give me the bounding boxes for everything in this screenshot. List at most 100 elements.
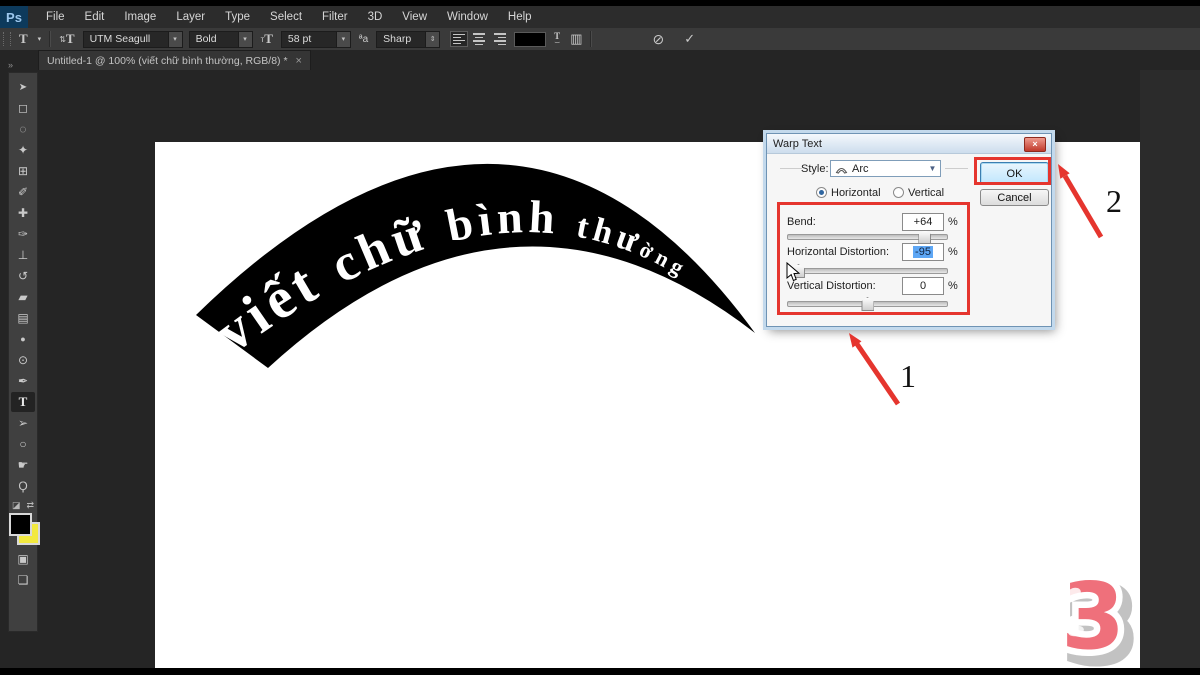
align-right-button[interactable]	[490, 31, 508, 47]
type-tool-icon: T	[19, 394, 28, 410]
gradient-tool[interactable]: ▤	[11, 308, 35, 328]
groupbox-line	[945, 168, 968, 169]
foreground-color-swatch[interactable]	[9, 513, 32, 536]
document-tab-title: Untitled-1 @ 100% (viết chữ bình thường,…	[47, 55, 288, 67]
cancel-button[interactable]: Cancel	[980, 189, 1049, 206]
screen-mode-icon: ❏	[18, 573, 29, 587]
style-select[interactable]: Arc ▼	[830, 160, 941, 177]
text-color-swatch[interactable]	[514, 32, 546, 47]
vertical-label: Vertical	[908, 187, 944, 199]
groupbox-line	[780, 168, 802, 169]
step-1-label: 1	[900, 358, 916, 395]
tool-preset-dropdown-icon[interactable]: ▾	[36, 35, 44, 43]
healing-brush-tool[interactable]: ✚	[11, 203, 35, 223]
toolbar-collapse-icon[interactable]: »	[0, 60, 38, 70]
eyedropper-tool[interactable]: ✐	[11, 182, 35, 202]
options-bar: T ▾ ⇅T UTM Seagull ▾ Bold ▾ тT 58 pt ▾ ª…	[0, 28, 1200, 51]
menu-image[interactable]: Image	[114, 6, 166, 28]
font-size-value: 58 pt	[288, 33, 311, 45]
separator	[590, 31, 592, 47]
font-style-dropdown-icon: ▾	[238, 32, 252, 47]
dodge-tool[interactable]: ⊙	[11, 350, 35, 370]
horizontal-radio[interactable]	[816, 187, 827, 198]
menu-file[interactable]: File	[36, 6, 75, 28]
quick-mask-icon: ▣	[17, 552, 28, 566]
path-selection-tool-icon: ➢	[18, 416, 28, 430]
hand-tool[interactable]: ☛	[11, 455, 35, 475]
text-orientation-icon[interactable]: ⇅T	[57, 31, 76, 47]
commit-edits-icon[interactable]: ✓	[682, 31, 697, 47]
color-swatches	[8, 513, 38, 545]
anti-alias-select[interactable]: Sharp ⇕	[376, 31, 440, 48]
svg-text:3: 3	[1061, 563, 1125, 667]
arc-style-icon	[835, 163, 848, 174]
warp-text-icon[interactable]: T⌣	[552, 33, 562, 45]
style-value: Arc	[852, 163, 869, 175]
align-center-button[interactable]	[470, 31, 488, 47]
menu-help[interactable]: Help	[498, 6, 542, 28]
menu-window[interactable]: Window	[437, 6, 498, 28]
history-brush-tool[interactable]: ↺	[11, 266, 35, 286]
quick-selection-tool-icon: ✦	[18, 143, 28, 157]
menu-3d[interactable]: 3D	[358, 6, 393, 28]
vertical-radio[interactable]	[893, 187, 904, 198]
annotation-box-warp-options	[777, 202, 970, 315]
menu-bar: Ps File Edit Image Layer Type Select Fil…	[0, 6, 1200, 29]
cancel-edits-icon[interactable]: ⊘	[650, 31, 666, 48]
bottom-letterbox	[0, 668, 1200, 675]
path-selection-tool[interactable]: ➢	[11, 413, 35, 433]
blur-tool[interactable]: ●	[11, 329, 35, 349]
align-left-button[interactable]	[450, 31, 468, 47]
marquee-tool-icon: ◻	[18, 101, 28, 115]
dialog-title-bar[interactable]: Warp Text ×	[767, 134, 1051, 154]
workspace-right-gutter	[1140, 70, 1200, 668]
swap-colors-icon[interactable]: ⇄	[26, 500, 34, 511]
menu-filter[interactable]: Filter	[312, 6, 358, 28]
font-family-select[interactable]: UTM Seagull ▾	[83, 31, 183, 48]
dialog-close-icon[interactable]: ×	[1024, 137, 1046, 152]
hand-tool-icon: ☛	[18, 458, 29, 472]
font-style-value: Bold	[196, 33, 217, 45]
font-size-select[interactable]: 58 pt ▾	[281, 31, 351, 48]
options-grip[interactable]	[3, 32, 11, 46]
clone-stamp-tool[interactable]: ⊥	[11, 245, 35, 265]
anti-alias-icon: ªa	[357, 34, 370, 45]
font-family-dropdown-icon: ▾	[168, 32, 182, 47]
crop-tool-icon: ⊞	[18, 164, 28, 178]
quick-mask-button[interactable]: ▣	[11, 549, 35, 569]
shape-tool-icon: ○	[19, 437, 26, 451]
eraser-tool-icon: ▰	[18, 290, 27, 304]
lasso-tool[interactable]: ◌	[11, 119, 35, 139]
menu-edit[interactable]: Edit	[75, 6, 115, 28]
type-tool[interactable]: T	[11, 392, 35, 412]
menu-view[interactable]: View	[392, 6, 437, 28]
type-tool-preset-icon[interactable]: T	[17, 31, 30, 47]
brush-tool-icon: ✑	[18, 227, 28, 241]
crop-tool[interactable]: ⊞	[11, 161, 35, 181]
menu-select[interactable]: Select	[260, 6, 312, 28]
zoom-tool-icon: Ϙ	[18, 479, 27, 493]
document-tab[interactable]: Untitled-1 @ 100% (viết chữ bình thường,…	[38, 50, 311, 70]
pen-tool-icon: ✒	[18, 374, 28, 388]
menu-type[interactable]: Type	[215, 6, 260, 28]
menu-layer[interactable]: Layer	[166, 6, 215, 28]
pen-tool[interactable]: ✒	[11, 371, 35, 391]
separator	[49, 31, 51, 47]
quick-selection-tool[interactable]: ✦	[11, 140, 35, 160]
photoshop-logo: Ps	[0, 6, 28, 28]
screen-mode-button[interactable]: ❏	[11, 570, 35, 590]
tab-close-icon[interactable]: ×	[296, 55, 302, 67]
marquee-tool[interactable]: ◻	[11, 98, 35, 118]
brush-tool[interactable]: ✑	[11, 224, 35, 244]
zoom-tool[interactable]: Ϙ	[11, 476, 35, 496]
default-colors-icon[interactable]: ◪	[12, 500, 21, 511]
shape-tool[interactable]: ○	[11, 434, 35, 454]
tools-panel: ➤ ◻ ◌ ✦ ⊞ ✐ ✚ ✑ ⊥ ↺ ▰ ▤ ● ⊙ ✒ T ➢ ○ ☛ Ϙ …	[8, 72, 38, 632]
toggle-panels-icon[interactable]: ▥	[568, 31, 584, 47]
move-tool-icon: ➤	[19, 82, 27, 93]
history-brush-tool-icon: ↺	[18, 269, 28, 283]
blur-tool-icon: ●	[20, 334, 25, 344]
move-tool[interactable]: ➤	[11, 77, 35, 97]
eraser-tool[interactable]: ▰	[11, 287, 35, 307]
font-style-select[interactable]: Bold ▾	[189, 31, 253, 48]
